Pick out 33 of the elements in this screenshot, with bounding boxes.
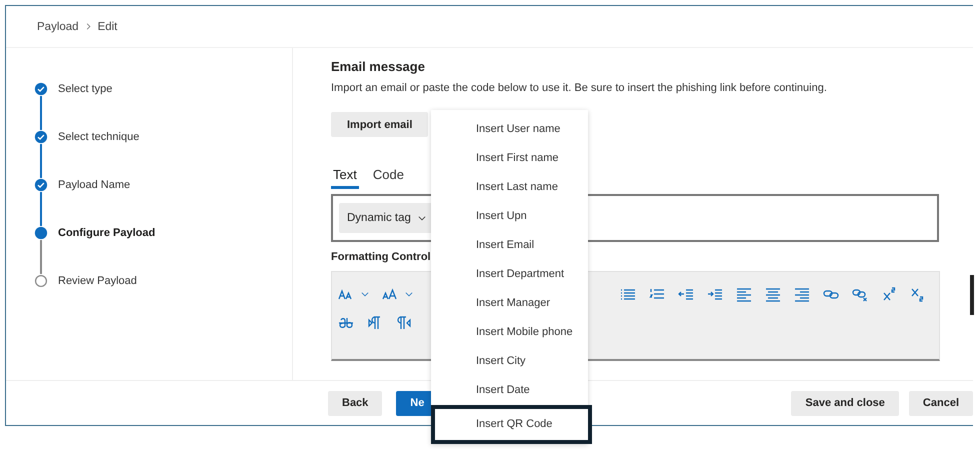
step-label: Configure Payload (58, 226, 156, 240)
step-label: Select technique (58, 130, 140, 144)
step-label: Review Payload (58, 274, 137, 288)
menu-item[interactable]: Insert Manager (431, 289, 588, 318)
section-description: Import an email or paste the code below to use it. Be sure to insert the phishing link before continuing. (331, 81, 828, 96)
font-increase-icon[interactable] (382, 286, 398, 302)
tab[interactable]: Text (331, 162, 359, 189)
align-left-icon[interactable] (736, 286, 752, 302)
menu-item[interactable]: Insert QR Code (431, 405, 592, 444)
align-right-icon[interactable] (794, 286, 810, 302)
rtl-icon[interactable] (396, 315, 412, 331)
menu-item[interactable]: Insert First name (431, 144, 588, 173)
step-label: Select type (58, 82, 112, 96)
breadcrumb-item[interactable]: Edit (98, 20, 118, 32)
section-title: Email message (331, 58, 426, 76)
footer-button[interactable]: Cancel (908, 390, 973, 416)
footer-button[interactable]: Back (328, 390, 382, 416)
tab[interactable]: Code (370, 162, 406, 189)
superscript-icon[interactable] (881, 286, 897, 302)
menu-item[interactable]: Insert Mobile phone (431, 318, 588, 347)
scrollbar-thumb[interactable] (970, 275, 974, 315)
menu-item[interactable]: Insert City (431, 347, 588, 376)
breadcrumb-item[interactable]: Payload (37, 20, 79, 32)
strikethrough-icon[interactable] (338, 315, 354, 331)
menu-item[interactable]: Insert Department (431, 260, 588, 289)
ltr-icon[interactable] (367, 315, 383, 331)
menu-item[interactable]: Insert User name (431, 115, 588, 144)
import-button[interactable]: Import email (331, 112, 428, 137)
align-center-icon[interactable] (765, 286, 781, 302)
formatting-label: Formatting Control (331, 250, 432, 265)
step-label: Payload Name (58, 178, 130, 192)
footer-button[interactable]: Save and close (791, 390, 899, 416)
subscript-icon[interactable] (910, 286, 926, 302)
